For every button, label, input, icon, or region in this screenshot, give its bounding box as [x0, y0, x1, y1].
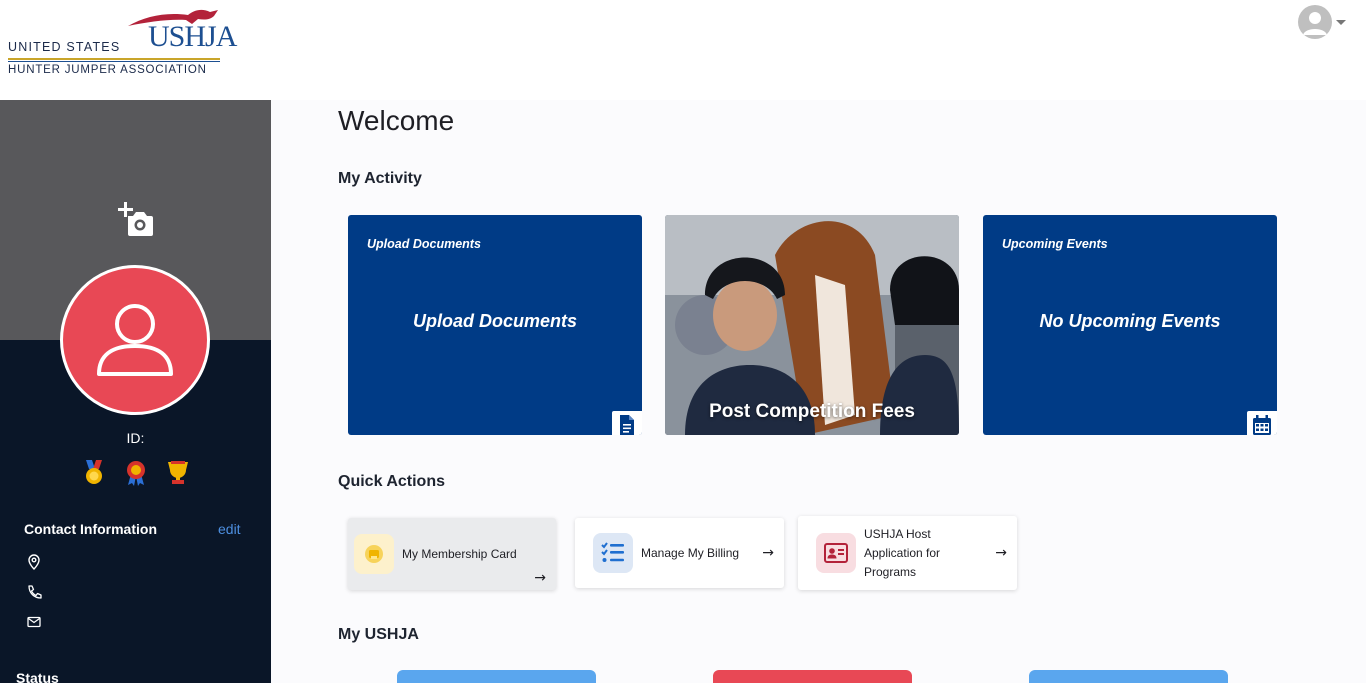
card-small-label: Upcoming Events: [1002, 237, 1108, 251]
quick-action-label: Manage My Billing: [641, 545, 740, 560]
page-title: Welcome: [338, 105, 455, 136]
my-ushja-title: My USHJA: [338, 626, 419, 643]
my-membership-card-button[interactable]: My Membership Card →: [348, 518, 556, 590]
logo-divider-gold: [8, 58, 220, 60]
phone-icon: [28, 585, 42, 599]
status-title: Status: [16, 670, 59, 683]
logo-mark: USHJA: [148, 20, 237, 53]
document-icon: [612, 411, 642, 435]
logo-line-2: HUNTER JUMPER ASSOCIATION: [8, 64, 207, 76]
manage-my-billing-button[interactable]: Manage My Billing →: [575, 518, 784, 588]
user-icon: [97, 304, 173, 376]
arrow-right-icon: →: [995, 545, 1007, 561]
ribbon-icon: [127, 461, 145, 486]
trophy-icon: [168, 461, 188, 484]
id-card-icon: [816, 533, 856, 573]
logo-line-1: UNITED STATES: [8, 40, 121, 54]
upload-documents-card[interactable]: Upload Documents Upload Documents: [348, 215, 642, 435]
profile-photo[interactable]: [60, 265, 210, 415]
contact-information-title: Contact Information: [24, 521, 157, 537]
user-menu[interactable]: [1298, 5, 1346, 39]
medal-icon: [86, 460, 102, 484]
card-small-label: Upload Documents: [367, 237, 481, 251]
my-ushja-tile[interactable]: [397, 670, 596, 683]
logo-divider-blue: [8, 61, 220, 62]
add-photo-icon[interactable]: [114, 200, 156, 240]
upcoming-events-card[interactable]: Upcoming Events No Upcoming Events: [983, 215, 1277, 435]
location-icon: [28, 554, 40, 570]
ushja-logo[interactable]: USHJA UNITED STATES HUNTER JUMPER ASSOCI…: [8, 6, 237, 82]
card-big-label: No Upcoming Events: [1039, 311, 1221, 331]
my-activity-title: My Activity: [338, 170, 422, 187]
user-avatar-icon: [1303, 12, 1327, 35]
quick-action-label: My Membership Card: [402, 546, 517, 561]
card-big-label: Upload Documents: [412, 311, 577, 331]
mail-icon: [27, 616, 41, 628]
badges: [80, 458, 192, 486]
calendar-icon: [1247, 411, 1277, 435]
profile-sidebar: ID: Contact Information edit Status: [0, 100, 271, 683]
host-application-button[interactable]: USHJA Host Application for Programs →: [798, 516, 1017, 590]
header: USHJA UNITED STATES HUNTER JUMPER ASSOCI…: [0, 0, 1366, 100]
card-caption: Post Competition Fees: [709, 401, 915, 422]
arrow-right-icon: →: [534, 570, 546, 586]
membership-card-icon: [354, 534, 394, 574]
my-ushja-tile[interactable]: [713, 670, 912, 683]
chevron-down-icon[interactable]: [1336, 19, 1346, 25]
avatar[interactable]: [1298, 5, 1332, 39]
checklist-icon: [593, 533, 633, 573]
post-competition-fees-card[interactable]: Post Competition Fees: [665, 215, 959, 435]
my-ushja-tile[interactable]: [1029, 670, 1228, 683]
member-id: ID:: [126, 430, 145, 446]
quick-action-label: USHJA Host Application for Programs: [864, 526, 941, 579]
edit-contact-link[interactable]: edit: [218, 521, 241, 537]
arrow-right-icon: →: [762, 545, 774, 561]
quick-actions-title: Quick Actions: [338, 473, 445, 490]
